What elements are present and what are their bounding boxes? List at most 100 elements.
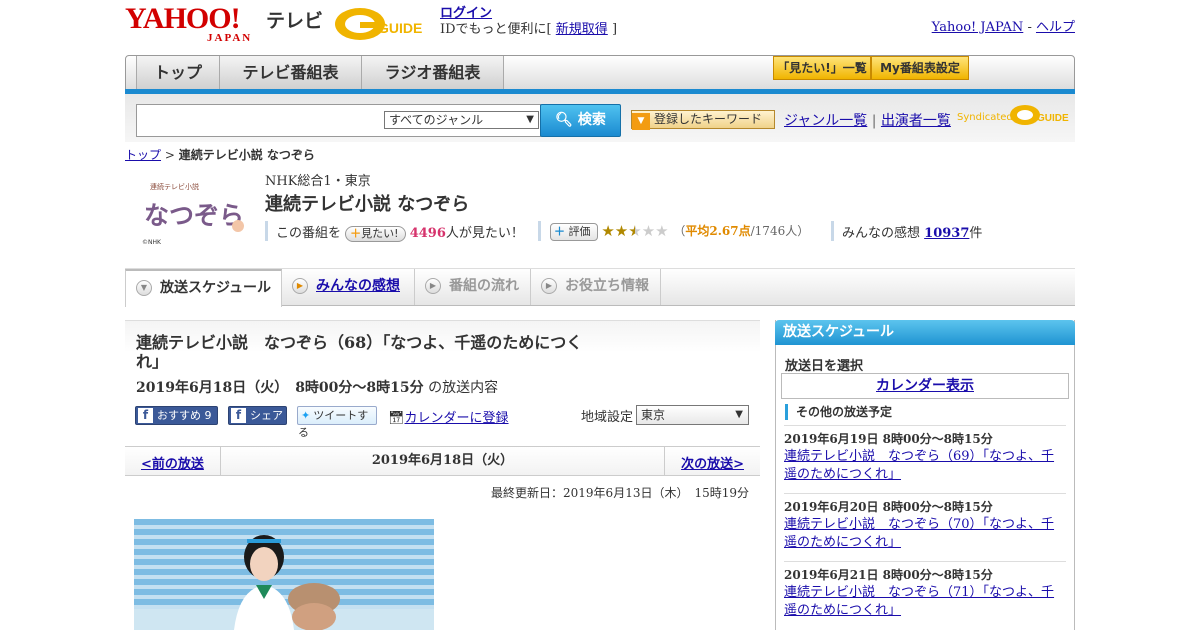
header-links: Yahoo! JAPAN - ヘルプ [932,16,1075,35]
plus-icon: ＋ [350,227,362,240]
episode-title: 連続テレビ小説 なつぞら（68）「なつよ、千遥のためにつくれ」 [136,333,583,371]
nav-tab-radio-schedule[interactable]: ラジオ番組表 [362,56,504,90]
registered-keyword-button[interactable]: ▼ 登録したキーワード [631,110,775,130]
nav-tab-top[interactable]: トップ [136,56,220,90]
cast-list-link[interactable]: 出演者一覧 [881,113,951,129]
program-logo-credit: ©NHK [142,239,162,246]
calendar-register-link[interactable]: カレンダーに登録 [405,411,509,426]
breadcrumb-top-link[interactable]: トップ [125,148,161,162]
calendar-view-button[interactable]: カレンダー表示 [781,373,1069,399]
play-right-icon: ▶ [541,278,557,294]
search-button-label: 検索 [577,112,606,128]
breadcrumb-separator: > [164,148,175,162]
play-right-icon: ▶ [292,278,308,294]
keyword-button-label: 登録したキーワード [654,112,763,126]
search-button[interactable]: 🔍︎ 検索 [540,104,621,137]
calendar-view-link[interactable]: カレンダー表示 [876,378,974,394]
dropdown-arrow-icon: ▼ [526,114,534,125]
region-select[interactable]: 東京 ▼ [636,405,749,425]
play-right-icon: ▶ [425,278,441,294]
breadcrumb-current: 連続テレビ小説 なつぞら [178,148,315,162]
genre-list-link[interactable]: ジャンル一覧 [784,113,867,129]
rating-area: ＋ 評価 ★★★★★ （平均2.67点/1746人） [550,222,809,241]
login-box: ログイン IDでもっと便利に[ 新規取得 ] [440,6,617,38]
divider [831,221,834,241]
mitai-list-button[interactable]: 「見たい!」一覧 [773,56,871,80]
genre-select[interactable]: すべてのジャンル ▼ [384,111,539,129]
rating-count: /1746人） [750,224,810,238]
want-button-label: 見たい! [361,227,399,240]
recommend-label: おすすめ 9 [157,409,212,422]
tab-program-flow[interactable]: ▶ 番組の流れ [415,269,531,305]
yahoo-japan-logo[interactable]: YAHOO! JAPAN [125,4,250,45]
want-suffix: 人が見たい！ [445,226,524,241]
rating-average: 平均2.67点 [685,224,751,238]
star-empty-icon: ★ [655,222,669,240]
search-icon: 🔍︎ [555,112,573,128]
schedule-item-time: 2019年6月21日 8時00分～8時15分 [784,568,993,582]
facebook-share-button[interactable]: f シェア [228,406,287,425]
program-title: 連続テレビ小説 なつぞら [265,194,470,215]
reviews-label: みんなの感想 [842,226,921,241]
schedule-item-link[interactable]: 連続テレビ小説 なつぞら（70）「なつよ、千遥のためにつくれ」 [784,517,1054,550]
twitter-icon: ✦ [301,409,311,422]
broadcast-pager: <前の放送 2019年6月18日（火） 次の放送> [125,446,760,476]
next-broadcast-link[interactable]: 次の放送> [681,453,744,472]
last-updated: 最終更新日：2019年6月13日（木） 15時19分 [491,486,749,500]
episode-time: 2019年6月18日（火） 8時00分～8時15分 の放送内容 [136,377,498,397]
other-broadcasts-heading: その他の放送予定 [785,404,892,420]
global-nav: トップ テレビ番組表 ラジオ番組表 「見たい!」一覧 My番組表設定 [125,55,1075,91]
schedule-item: 2019年6月19日 8時00分～8時15分 連続テレビ小説 なつぞら（69）「… [784,425,1066,484]
triangle-down-icon: ▼ [632,113,650,130]
sidebar-title: 放送スケジュール [775,320,1075,345]
share-label: シェア [250,409,283,422]
program-tabs: ▼ 放送スケジュール ▶ みんなの感想 ▶ 番組の流れ ▶ お役立ち情報 [125,268,1075,307]
want-to-watch-area: この番組を ＋見たい! 4496人が見たい！ [276,222,524,242]
id-text-suffix: ] [611,22,618,37]
want-to-watch-button[interactable]: ＋見たい! [345,226,406,242]
yahoo-japan-link[interactable]: Yahoo! JAPAN [932,20,1024,35]
schedule-item-link[interactable]: 連続テレビ小説 なつぞら（71）「なつよ、千遥のためにつくれ」 [784,585,1054,618]
tab-reviews[interactable]: ▶ みんなの感想 [282,269,415,305]
program-logo-caption: 連続テレビ小説 [150,182,199,191]
facebook-recommend-button[interactable]: f おすすめ 9 [135,406,218,425]
breadcrumb: トップ > 連続テレビ小説 なつぞら [125,146,315,163]
rate-button-label: 評価 [568,225,591,238]
star-empty-icon: ★ [641,222,656,240]
register-link[interactable]: 新規取得 [556,22,608,37]
prev-broadcast-link[interactable]: <前の放送 [141,453,204,472]
japan-logo-text: JAPAN [207,32,253,44]
tab-useful-info[interactable]: ▶ お役立ち情報 [531,269,661,305]
schedule-item-time: 2019年6月19日 8時00分～8時15分 [784,432,993,446]
my-schedule-button[interactable]: My番組表設定 [871,56,969,80]
genre-select-value: すべてのジャンル [389,113,484,127]
reviews-count-link[interactable]: 10937 [924,226,969,241]
syndicated-text: Syndicated [957,112,1013,123]
episode-time-value: 2019年6月18日（火） 8時00分～8時15分 [136,380,424,396]
nav-tab-tv-schedule[interactable]: テレビ番組表 [220,56,362,90]
calendar-register[interactable]: 📅︎カレンダーに登録 [388,407,509,426]
id-text: IDでもっと便利に[ [440,22,552,37]
rating-open-paren: （ [673,224,686,238]
login-link[interactable]: ログイン [440,6,492,21]
region-select-value: 東京 [641,408,666,422]
select-date-label: 放送日を選択 [785,359,864,374]
program-logo-image: 連続テレビ小説 なつぞら ©NHK [140,176,250,248]
tab-broadcast-schedule[interactable]: ▼ 放送スケジュール [125,269,282,307]
syndicated-logo-text: GUIDE [1037,113,1069,124]
rate-button[interactable]: ＋ 評価 [550,223,598,241]
gguide-logo-text: GUIDE [378,20,422,36]
pager-date: 2019年6月18日（火） [220,447,665,475]
help-link[interactable]: ヘルプ [1036,20,1075,35]
facebook-icon: f [138,408,153,423]
reviews-area: みんなの感想 10937件 [842,222,982,241]
star-full-icon: ★ [614,222,629,240]
star-half-icon: ★ [628,222,642,240]
tweet-button[interactable]: ✦ ツイートする [297,406,377,439]
tab-label: 放送スケジュール [160,280,272,296]
schedule-item-link[interactable]: 連続テレビ小説 なつぞら（69）「なつよ、千遥のためにつくれ」 [784,449,1054,482]
program-channel: NHK総合1・東京 [265,174,371,189]
tv-logo[interactable]: テレビ [266,6,323,33]
calendar-icon: 📅︎ [388,411,405,426]
divider [265,221,268,241]
